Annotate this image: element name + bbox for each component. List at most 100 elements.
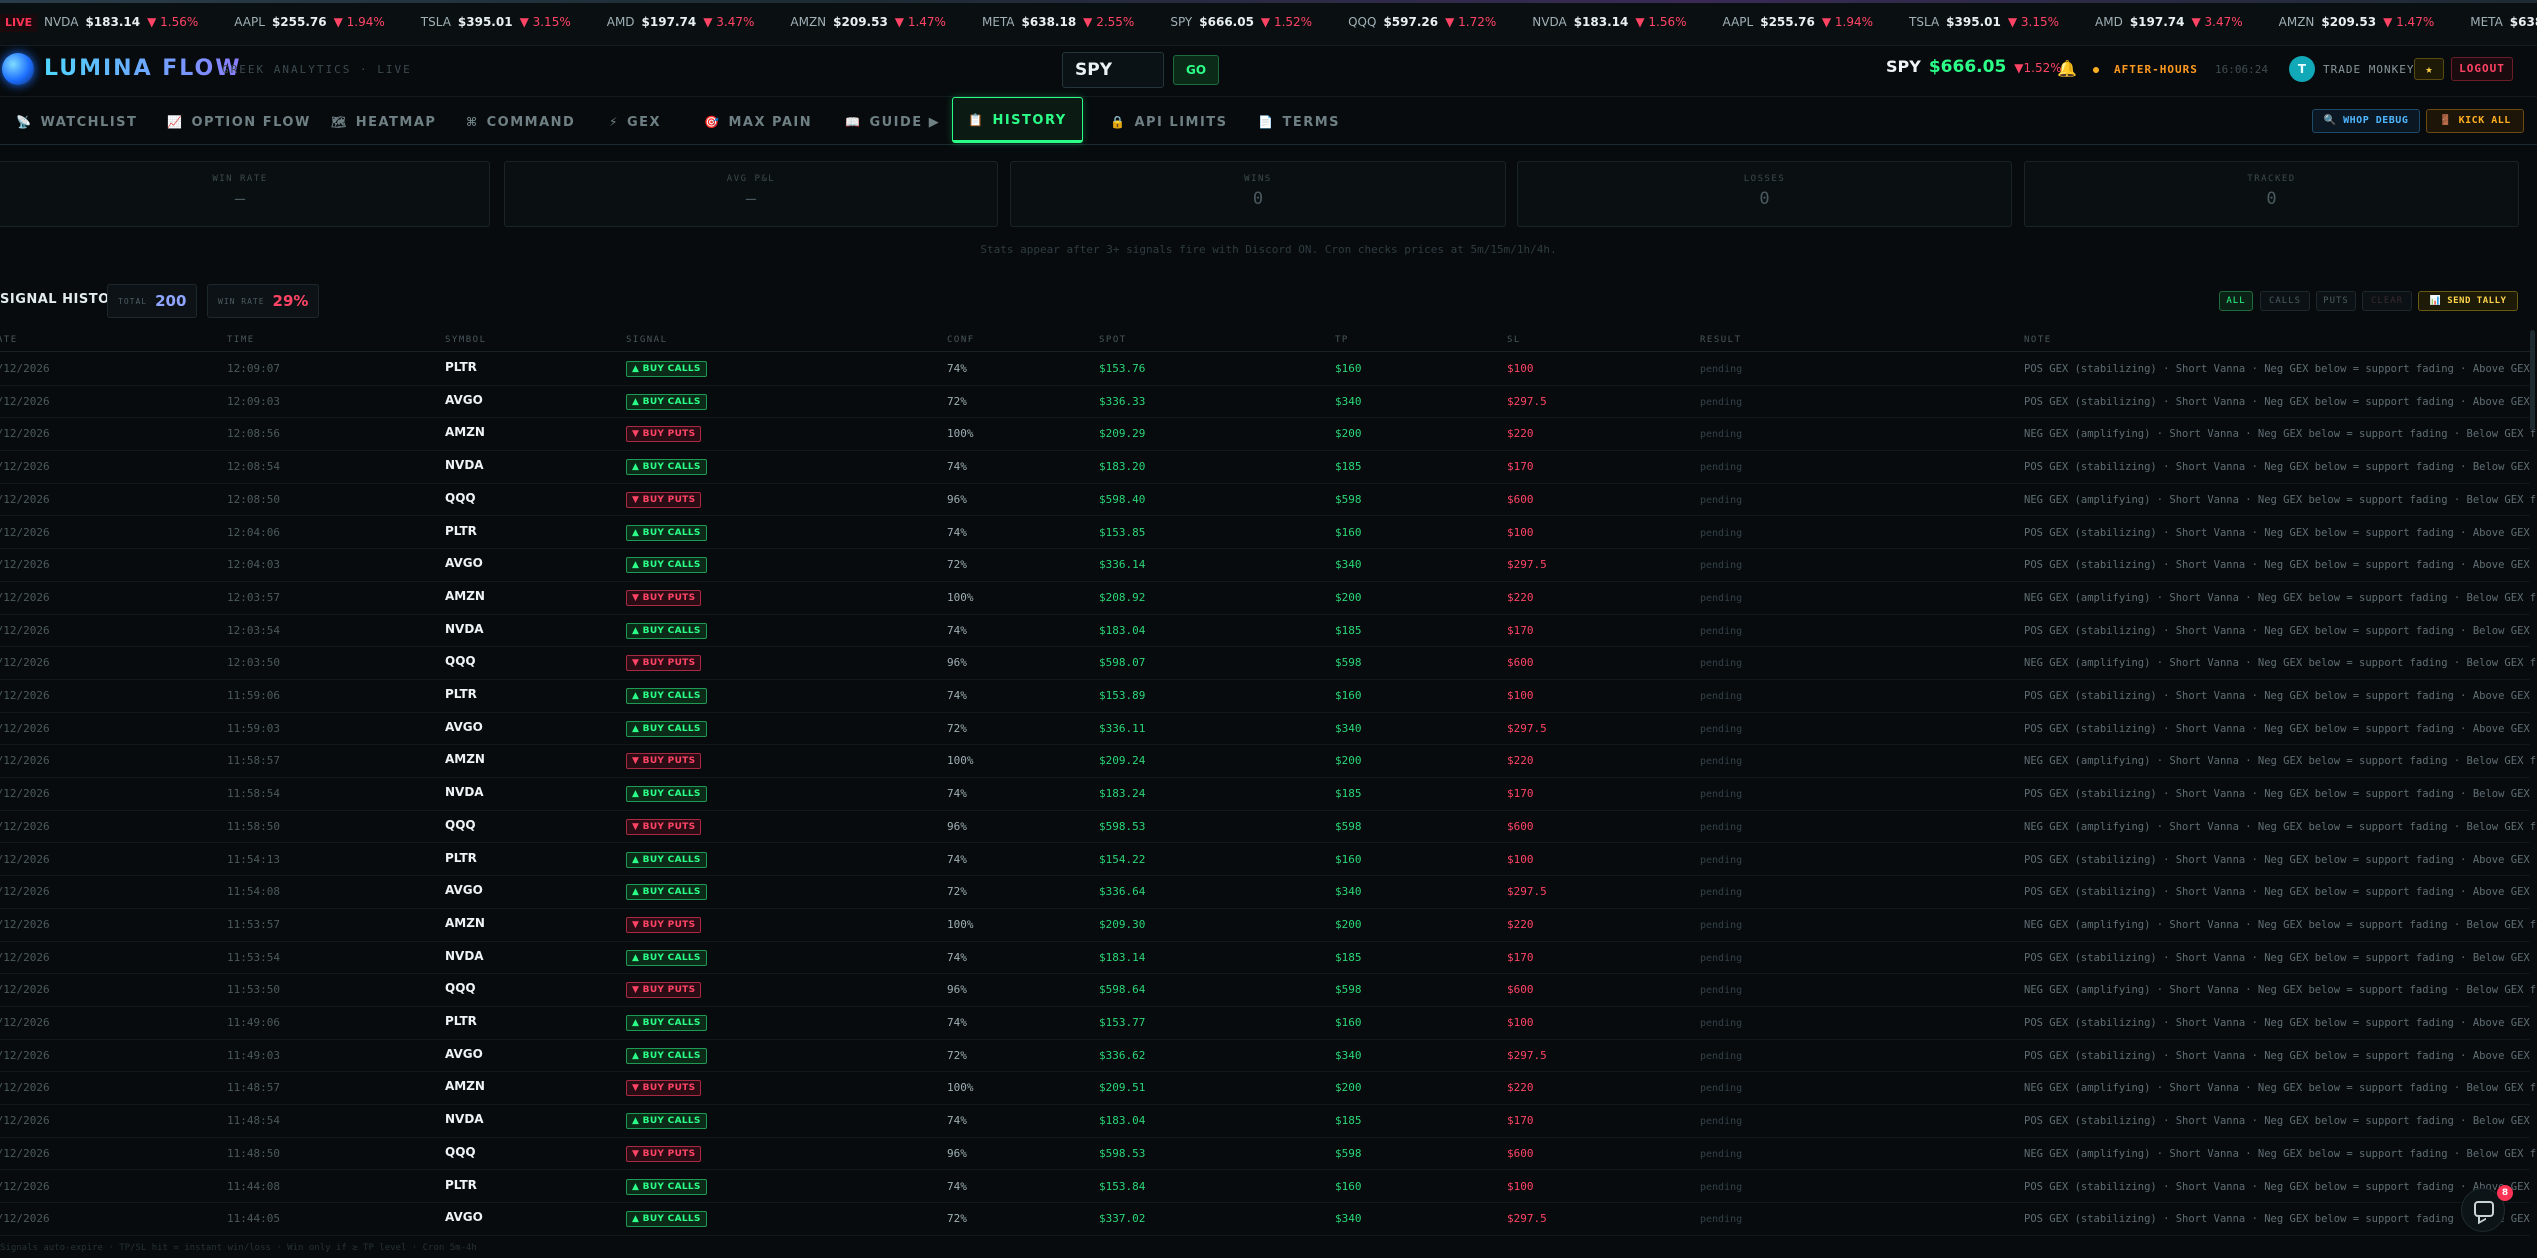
ticker-change: ▼ 1.94% <box>333 15 385 29</box>
table-row[interactable]: 3/12/2026 12:08:50 QQQ 96% $598.40 $598 $600 pe… <box>0 484 2537 517</box>
ticker-item[interactable]: TSLA $395.01 ▼ 3.15% <box>421 15 571 29</box>
cell-symbol: QQQ <box>445 981 476 996</box>
cell-conf: 100% <box>947 754 974 768</box>
ticker-item[interactable]: META$638.18▼ 2.55% <box>2470 15 2537 29</box>
ticker-item[interactable]: SPY $666.05 ▼ 1.52% <box>1170 15 1312 29</box>
signal-badge: ▼ BUY PUTS <box>626 1145 702 1162</box>
cell-conf: 100% <box>947 590 974 604</box>
table-row[interactable]: 3/12/2026 11:53:57 AMZN 100% $209.30 $200 $220… <box>0 909 2537 942</box>
tab-terms[interactable]: 📄 TERMS <box>1258 105 1340 139</box>
filter-puts-button[interactable]: PUTS <box>2316 291 2356 311</box>
table-row[interactable]: 3/12/2026 12:04:06 PLTR 74% $153.85 $160 $100 p… <box>0 517 2537 550</box>
ticker-item[interactable]: AMZN $209.53 ▼ 1.47% <box>2279 15 2435 29</box>
tab-max-pain[interactable]: 🎯 MAX PAIN <box>704 105 812 139</box>
table-row[interactable]: 3/12/2026 11:49:06 PLTR 74% $153.77 $160 $100 p… <box>0 1007 2537 1040</box>
tab-history[interactable]: 📋 HISTORY <box>952 97 1083 143</box>
filter-calls-button[interactable]: CALLS <box>2260 291 2310 311</box>
ticker-item[interactable]: AAPL $255.76 ▼ 1.94% <box>1723 15 1874 29</box>
cell-note: NEG GEX (amplifying) · Short Vanna · Neg… <box>2024 657 2537 670</box>
cell-result: pending <box>1700 952 1743 964</box>
cell-symbol: AMZN <box>445 588 485 603</box>
stat-label: WIN RATE <box>212 174 268 184</box>
cell-tp: $160 <box>1335 1179 1362 1193</box>
cell-conf: 72% <box>947 721 967 735</box>
tab-option-flow[interactable]: 📈 OPTION FLOW <box>167 105 311 139</box>
table-row[interactable]: 3/12/2026 11:44:05 AVGO 72% $337.02 $340 $297.… <box>0 1203 2537 1236</box>
table-row[interactable]: 3/12/2026 11:44:08 PLTR 74% $153.84 $160 $100 p… <box>0 1171 2537 1204</box>
cell-tp: $340 <box>1335 1048 1362 1062</box>
cell-note: POS GEX (stabilizing) · Short Vanna · Ne… <box>2024 1115 2537 1128</box>
go-button[interactable]: GO <box>1173 55 1219 85</box>
tab-gex[interactable]: ⚡ GEX <box>609 105 661 139</box>
ticker-item[interactable]: TSLA $395.01 ▼ 3.15% <box>1909 15 2059 29</box>
table-row[interactable]: 3/12/2026 12:09:03 AVGO 72% $336.33 $340 $297.… <box>0 386 2537 419</box>
table-row[interactable]: 3/12/2026 11:49:03 AVGO 72% $336.62 $340 $297.… <box>0 1040 2537 1073</box>
ticker-item[interactable]: AMZN $209.53 ▼ 1.47% <box>790 15 946 29</box>
bell-icon[interactable]: 🔔 <box>2057 59 2077 78</box>
filter-all-button[interactable]: ALL <box>2219 291 2253 311</box>
tab-guide[interactable]: 📖 GUIDE ▶ <box>845 105 940 139</box>
table-scrollbar[interactable] <box>2530 330 2535 430</box>
chat-unread-badge: 8 <box>2497 1185 2513 1201</box>
cell-spot: $183.24 <box>1099 787 1146 801</box>
chat-button[interactable]: 8 <box>2461 1185 2513 1232</box>
clear-button[interactable]: CLEAR <box>2362 291 2412 311</box>
send-tally-button[interactable]: 📊 SEND TALLY <box>2418 291 2518 311</box>
logout-button[interactable]: LOGOUT <box>2451 57 2513 81</box>
tab-heatmap[interactable]: 🗺 HEATMAP <box>331 105 436 139</box>
cell-spot: $336.11 <box>1099 721 1146 735</box>
col-date: DATE <box>0 335 18 345</box>
tab-api-limits[interactable]: 🔒 API LIMITS <box>1110 105 1228 139</box>
ticker-item[interactable]: AMD $197.74 ▼ 3.47% <box>607 15 755 29</box>
cell-note: NEG GEX (amplifying) · Short Vanna · Neg… <box>2024 1082 2537 1095</box>
table-row[interactable]: 3/12/2026 11:59:03 AVGO 72% $336.11 $340 $297.… <box>0 713 2537 746</box>
table-row[interactable]: 3/12/2026 12:03:54 NVDA 74% $183.04 $185 $170 p… <box>0 615 2537 648</box>
ticker-item[interactable]: NVDA $183.14 ▼ 1.56% <box>44 15 198 29</box>
cell-time: 11:58:50 <box>227 819 280 833</box>
signal-badge: ▲ BUY CALLS <box>626 1015 707 1031</box>
table-row[interactable]: 3/12/2026 12:03:57 AMZN 100% $208.92 $200 $220… <box>0 582 2537 615</box>
stat-value: — <box>745 189 757 209</box>
table-row[interactable]: 3/12/2026 12:03:50 QQQ 96% $598.07 $598 $600 pe… <box>0 647 2537 680</box>
table-row[interactable]: 3/12/2026 11:53:50 QQQ 96% $598.64 $598 $600 pe… <box>0 974 2537 1007</box>
table-row[interactable]: 3/12/2026 12:08:56 AMZN 100% $209.29 $200 $220… <box>0 418 2537 452</box>
cell-conf: 74% <box>947 623 967 637</box>
cell-date: 3/12/2026 <box>0 852 50 866</box>
symbol-input[interactable]: SPY <box>1062 52 1164 88</box>
table-row[interactable]: 3/12/2026 12:04:03 AVGO 72% $336.14 $340 $297.… <box>0 549 2537 582</box>
table-row[interactable]: 3/12/2026 11:58:54 NVDA 74% $183.24 $185 $170 p… <box>0 778 2537 811</box>
signal-badge: ▲ BUY CALLS <box>626 720 707 737</box>
tab-watchlist[interactable]: 📡 WATCHLIST <box>16 105 137 139</box>
table-row[interactable]: 3/12/2026 11:58:57 AMZN 100% $209.24 $200 $220… <box>0 745 2537 779</box>
cell-tp: $160 <box>1335 362 1362 375</box>
ticker-item[interactable]: AAPL $255.76 ▼ 1.94% <box>234 15 385 29</box>
table-row[interactable]: 3/12/2026 12:09:07 PLTR 74% $153.76 $160 $100 p… <box>0 353 2537 386</box>
session-status: AFTER-HOURS <box>2114 63 2198 76</box>
table-row[interactable]: 3/12/2026 11:48:57 AMZN 100% $209.51 $200 $220… <box>0 1072 2537 1106</box>
table-row[interactable]: 3/12/2026 11:54:08 AVGO 72% $336.64 $340 $297.… <box>0 876 2537 909</box>
table-row[interactable]: 3/12/2026 11:54:13 PLTR 74% $154.22 $160 $100 p… <box>0 844 2537 877</box>
ticker-item[interactable]: AMD $197.74 ▼ 3.47% <box>2095 15 2243 29</box>
table-row[interactable]: 3/12/2026 12:08:54 NVDA 74% $183.20 $185 $170 p… <box>0 451 2537 484</box>
table-row[interactable]: 3/12/2026 11:58:50 QQQ 96% $598.53 $598 $600 pe… <box>0 811 2537 844</box>
ticker-item[interactable]: QQQ $597.26 ▼ 1.72% <box>1348 15 1496 29</box>
avatar[interactable]: T <box>2289 56 2315 82</box>
cell-spot: $209.24 <box>1099 754 1146 768</box>
ticker-item[interactable]: NVDA $183.14 ▼ 1.56% <box>1532 15 1686 29</box>
table-row[interactable]: 3/12/2026 11:53:54 NVDA 74% $183.14 $185 $170 p… <box>0 942 2537 975</box>
tab-command[interactable]: ⌘ COMMAND <box>466 105 575 139</box>
ticker-price: $638.18 <box>1021 15 1077 29</box>
cell-symbol: QQQ <box>445 817 476 832</box>
star-button[interactable]: ★ <box>2414 58 2444 80</box>
ticker-item[interactable]: META$638.18▼ 2.55% <box>982 15 1134 29</box>
table-row[interactable]: 3/12/2026 11:59:06 PLTR 74% $153.89 $160 $100 p… <box>0 680 2537 713</box>
cell-result: pending <box>1700 364 1743 375</box>
kick-all-button[interactable]: 🚪 KICK ALL <box>2426 109 2524 133</box>
table-row[interactable]: 3/12/2026 11:48:54 NVDA 74% $183.04 $185 $170 p… <box>0 1105 2537 1138</box>
cell-spot: $208.92 <box>1099 590 1146 604</box>
cell-note: POS GEX (stabilizing) · Short Vanna · Ne… <box>2024 395 2537 408</box>
cell-tp: $200 <box>1335 1081 1362 1095</box>
cell-sl: $100 <box>1507 852 1534 866</box>
whop-debug-button[interactable]: 🔍 WHOP DEBUG <box>2312 109 2420 133</box>
table-row[interactable]: 3/12/2026 11:48:50 QQQ 96% $598.53 $598 $600 pe… <box>0 1138 2537 1171</box>
